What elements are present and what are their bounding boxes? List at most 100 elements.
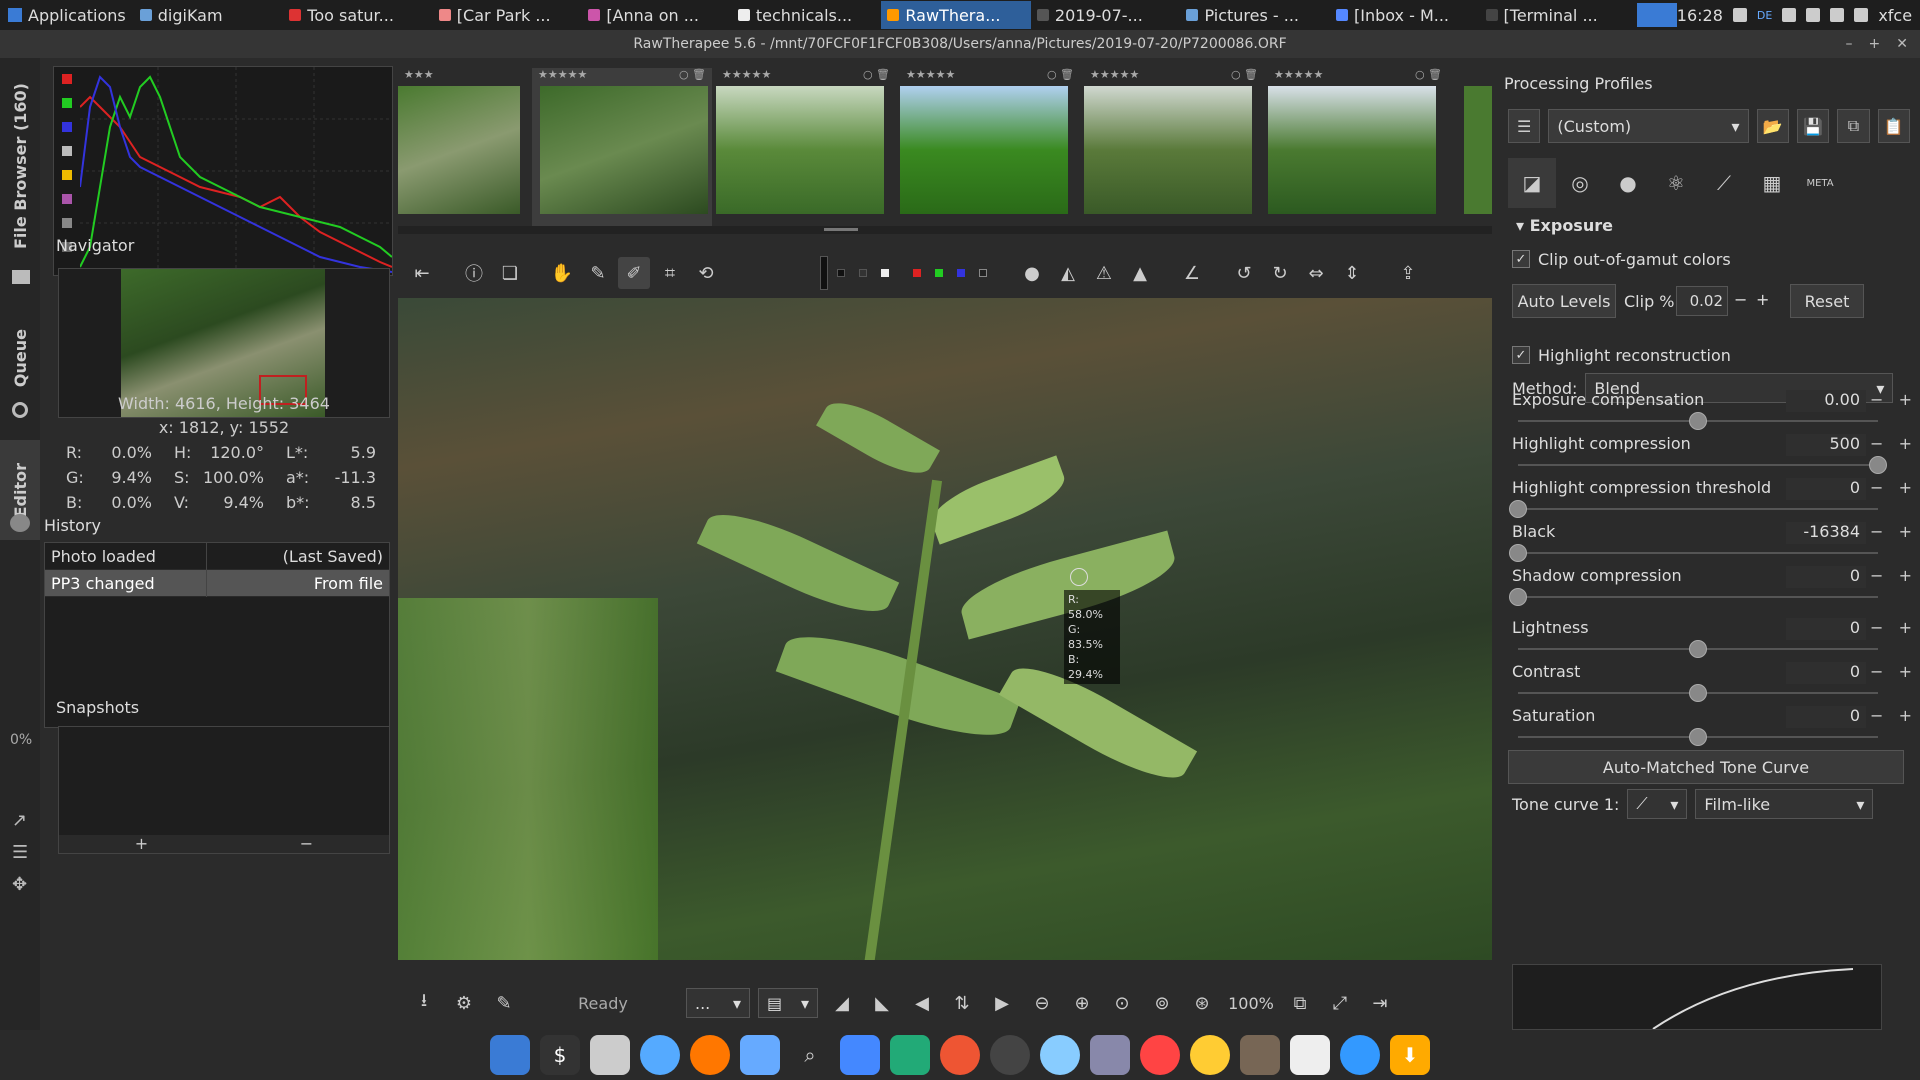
bar-toggle[interactable] — [62, 218, 72, 228]
increment-icon[interactable]: + — [1899, 618, 1912, 637]
blue-channel-toggle[interactable] — [62, 122, 72, 132]
highlight-recon-checkbox[interactable]: ✓ — [1512, 346, 1530, 364]
clip-percent-input[interactable]: 0.02 — [1676, 286, 1728, 316]
preview-bg-toggle[interactable] — [820, 256, 828, 290]
send-icon[interactable]: ↗ — [12, 810, 27, 831]
user-name[interactable]: xfce — [1878, 6, 1912, 25]
slider-value-input[interactable]: 0 — [1786, 662, 1866, 684]
folder-icon[interactable] — [12, 270, 30, 284]
clipped-warning-icon[interactable]: ▲ — [1124, 257, 1156, 289]
thumbnail[interactable]: ★★★★★ ○ 🗑 — [716, 68, 896, 234]
tone-curve-editor[interactable] — [1512, 964, 1882, 1030]
tab-advanced[interactable]: ⚛ — [1652, 158, 1700, 208]
next-image-icon[interactable]: ▶ — [986, 987, 1018, 1019]
clip-increment-button[interactable]: + — [1756, 290, 1769, 309]
previous-image-icon[interactable]: ◀ — [906, 987, 938, 1019]
bg-black-swatch[interactable] — [837, 269, 845, 277]
decrement-icon[interactable]: − — [1870, 522, 1883, 541]
document-icon[interactable] — [1290, 1035, 1330, 1075]
clock[interactable]: 16:28 — [1677, 6, 1723, 25]
load-profile-icon[interactable]: 📂 — [1756, 109, 1789, 143]
remove-snapshot-button[interactable]: − — [300, 835, 313, 853]
task-technicals[interactable]: technicals... — [732, 1, 882, 29]
decrement-icon[interactable]: − — [1870, 566, 1883, 585]
straighten-icon[interactable]: ⟲ — [690, 257, 722, 289]
slider-value-input[interactable]: 0.00 — [1786, 390, 1866, 412]
slider-track[interactable] — [1509, 500, 1878, 518]
slider-knob[interactable] — [1689, 640, 1707, 658]
add-snapshot-button[interactable]: + — [135, 835, 148, 853]
task-terminal[interactable]: [Terminal ... — [1480, 1, 1630, 29]
exposure-header[interactable]: ▾ Exposure — [1516, 216, 1613, 235]
chroma-toggle[interactable] — [62, 170, 72, 180]
minimize-icon[interactable]: – — [1846, 36, 1853, 52]
desktop-icon[interactable] — [490, 1035, 530, 1075]
decrement-icon[interactable]: − — [1870, 390, 1883, 409]
slider-stepper[interactable]: − + — [1870, 478, 1912, 497]
increment-icon[interactable]: + — [1899, 522, 1912, 541]
decrement-icon[interactable]: − — [1870, 478, 1883, 497]
auto-matched-tone-curve-button[interactable]: Auto-Matched Tone Curve — [1508, 750, 1904, 784]
slider-track[interactable] — [1518, 412, 1878, 430]
sync-icon[interactable]: ⇅ — [946, 987, 978, 1019]
slider-track[interactable] — [1518, 640, 1878, 658]
slider-track[interactable] — [1518, 456, 1887, 474]
fullscreen-icon[interactable]: ⤢ — [1324, 987, 1356, 1019]
thumbnail[interactable]: ★★★★★ ○ 🗑 — [1084, 68, 1264, 234]
profile-menu-icon[interactable]: ☰ — [1508, 109, 1541, 143]
history-row[interactable]: Photo loaded (Last Saved) — [45, 542, 389, 570]
gimp-icon[interactable] — [890, 1035, 930, 1075]
color-picker-icon[interactable]: ✐ — [618, 257, 650, 289]
increment-icon[interactable]: + — [1899, 434, 1912, 453]
battery-icon[interactable] — [1806, 8, 1821, 22]
tab-raw[interactable]: ▦ — [1748, 158, 1796, 208]
snapshot-combo[interactable]: ... ▾ — [686, 988, 750, 1018]
thumbnail[interactable]: ★★★★★ ○ 🗑 — [1268, 68, 1448, 234]
export-icon[interactable]: ⇪ — [1392, 257, 1424, 289]
green-channel-preview[interactable] — [935, 269, 943, 277]
task-pictures[interactable]: Pictures - ... — [1180, 1, 1330, 29]
perspective-icon[interactable]: ∠ — [1176, 257, 1208, 289]
thumbnail-partial[interactable] — [1464, 86, 1492, 214]
sliders-icon[interactable]: ☰ — [12, 842, 28, 863]
paste-profile-icon[interactable]: 📋 — [1877, 109, 1910, 143]
rotate-left-icon[interactable]: ↺ — [1228, 257, 1260, 289]
save-icon[interactable]: ⭳ — [408, 987, 440, 1019]
decrement-icon[interactable]: − — [1870, 706, 1883, 725]
keyboard-layout[interactable]: DE — [1757, 9, 1772, 22]
decrement-icon[interactable]: − — [1870, 434, 1883, 453]
new-window-icon[interactable]: ⧉ — [1284, 987, 1316, 1019]
network-icon[interactable] — [1782, 8, 1797, 22]
slider-value-input[interactable]: 0 — [1786, 478, 1866, 500]
rawtherapee-icon[interactable] — [1190, 1035, 1230, 1075]
decrement-icon[interactable]: − — [1870, 618, 1883, 637]
workspace-switcher[interactable] — [1637, 3, 1677, 27]
color-wheel-icon[interactable] — [1140, 1035, 1180, 1075]
increment-icon[interactable]: + — [1899, 478, 1912, 497]
folder-icon[interactable] — [840, 1035, 880, 1075]
slider-value-input[interactable]: 0 — [1786, 618, 1866, 640]
tone-curve-mode-select[interactable]: Film-like ▾ — [1695, 789, 1874, 819]
external-editor-icon[interactable]: ✎ — [488, 987, 520, 1019]
tone-curve-type-select[interactable]: ⟋ ▾ — [1627, 789, 1688, 819]
tab-color[interactable]: ● — [1604, 158, 1652, 208]
bluetooth-icon[interactable] — [1732, 8, 1747, 22]
crop-left-icon[interactable]: ◢ — [826, 987, 858, 1019]
picker-circle[interactable] — [1070, 568, 1088, 586]
safari-icon[interactable] — [640, 1035, 680, 1075]
highlight-recon-row[interactable]: ✓ Highlight reconstruction — [1512, 342, 1731, 368]
tab-file-browser[interactable]: File Browser (160) — [0, 66, 40, 266]
tab-detail[interactable]: ◎ — [1556, 158, 1604, 208]
slider-stepper[interactable]: − + — [1870, 566, 1912, 585]
screen-icon[interactable] — [1090, 1035, 1130, 1075]
slider-stepper[interactable]: − + — [1870, 390, 1912, 409]
magnifier-icon[interactable] — [1340, 1035, 1380, 1075]
power-icon[interactable] — [1854, 8, 1869, 22]
flip-horizontal-icon[interactable]: ⇔ — [1300, 257, 1332, 289]
crop-right-icon[interactable]: ◣ — [866, 987, 898, 1019]
hide-right-panel-icon[interactable]: ⇥ — [1364, 987, 1396, 1019]
blue-channel-preview[interactable] — [957, 269, 965, 277]
clipped-shadows-icon[interactable]: ◭ — [1052, 257, 1084, 289]
hand-tool-icon[interactable]: ✋ — [546, 257, 578, 289]
camera-icon[interactable] — [990, 1035, 1030, 1075]
